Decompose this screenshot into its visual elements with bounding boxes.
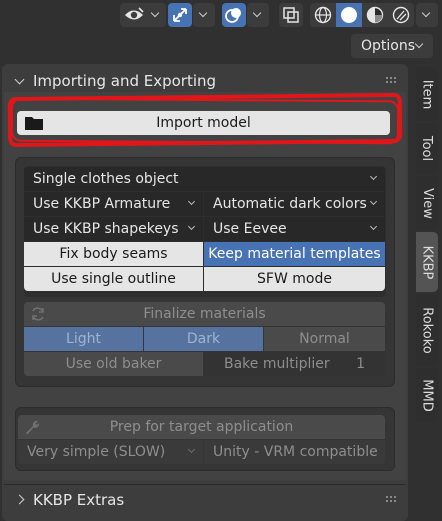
gizmo-dropdown[interactable] [193,3,215,27]
shading-dropdown[interactable] [416,3,438,27]
light-label: Light [66,331,101,347]
expand-chevron-icon [14,74,25,84]
sfw-mode-toggle[interactable]: SFW mode [204,267,385,291]
overlay-toggle[interactable] [222,3,246,27]
xray-toggle[interactable] [279,3,303,27]
kkbp-shapekeys-label: Use KKBP shapekeys [33,221,179,237]
import-model-label: Import model [156,115,251,131]
keep-material-templates-label: Keep material templates [208,246,381,262]
bake-multiplier-field[interactable]: Bake multiplier 1 [204,352,385,376]
material-preview-icon [366,6,384,24]
prep-target-button[interactable]: Prep for target application [18,415,385,439]
gizmo-toggle[interactable] [168,3,192,27]
single-outline-label: Use single outline [51,271,176,287]
drag-handle-icon[interactable] [386,496,398,504]
kkbp-shapekeys-dropdown[interactable]: Use KKBP shapekeys [24,217,203,241]
rendered-shading-button[interactable] [388,3,414,27]
prep-target-label: Prep for target application [109,419,294,435]
tab-rokoko-label: Rokoko [419,306,435,354]
gizmo-icon [173,8,187,22]
chevron-down-icon [198,8,208,18]
sfw-mode-label: SFW mode [257,271,332,287]
use-old-baker-label: Use old baker [65,356,162,372]
tab-item-label: Item [419,79,435,109]
tab-rokoko[interactable]: Rokoko [416,294,438,366]
solid-shading-icon [341,7,357,23]
drag-handle-icon[interactable] [386,77,398,85]
tab-kkbp[interactable]: KKBP [416,232,438,292]
dark-colors-label: Automatic dark colors [213,196,367,212]
chevron-down-icon [150,8,160,18]
single-outline-toggle[interactable]: Use single outline [24,267,203,291]
chevron-down-icon [369,222,378,231]
bake-multiplier-label: Bake multiplier [224,356,330,372]
fix-body-seams-toggle[interactable]: Fix body seams [24,242,203,266]
kkbp-extras-title: KKBP Extras [33,490,125,509]
tab-mmd[interactable]: MMD [416,368,438,422]
normal-label: Normal [299,331,350,347]
use-old-baker-toggle[interactable]: Use old baker [24,352,203,376]
wrench-icon [26,420,40,435]
kkbp-extras-header[interactable]: KKBP Extras [4,484,406,514]
overlay-icon [225,8,241,23]
shading-mode-group [310,3,414,27]
single-clothes-label: Single clothes object [33,171,179,187]
dark-colors-dropdown[interactable]: Automatic dark colors [204,192,385,216]
wireframe-shading-button[interactable] [310,3,336,27]
wireframe-shading-icon [314,6,332,24]
chevron-down-icon [421,8,431,18]
chevron-down-icon [252,8,262,18]
single-clothes-dropdown[interactable]: Single clothes object [24,167,385,191]
tab-tool[interactable]: Tool [416,123,438,174]
kkbp-armature-label: Use KKBP Armature [33,196,171,212]
folder-icon [25,117,43,130]
import-model-button[interactable]: Import model [17,111,390,135]
dark-toggle[interactable]: Dark [144,327,263,351]
simplify-dropdown[interactable]: Very simple (SLOW) [18,440,203,464]
refresh-icon [32,307,44,321]
simplify-label: Very simple (SLOW) [27,444,166,460]
finalize-materials-label: Finalize materials [143,306,266,322]
chevron-down-icon [187,197,196,206]
tab-tool-label: Tool [419,135,435,162]
options-label: Options [361,38,416,54]
xray-icon [283,7,299,23]
tab-view[interactable]: View [416,176,438,230]
target-app-dropdown[interactable]: Unity - VRM compatible [204,440,385,464]
tab-view-label: View [419,187,435,219]
visibility-dropdown[interactable] [120,3,166,27]
dark-label: Dark [186,331,221,347]
eevee-dropdown[interactable]: Use Eevee [204,217,385,241]
solid-shading-button[interactable] [336,3,362,27]
chevron-down-icon [187,445,196,454]
viewport-header [0,0,442,30]
material-preview-button[interactable] [362,3,388,27]
normal-toggle[interactable]: Normal [264,327,385,351]
tab-mmd-label: MMD [419,378,435,412]
chevron-down-icon [414,39,424,49]
collapse-chevron-icon [14,494,25,505]
tab-kkbp-label: KKBP [419,245,435,279]
keep-material-templates-toggle[interactable]: Keep material templates [204,242,385,266]
rendered-shading-icon [392,6,410,24]
chevron-down-icon [187,222,196,231]
light-toggle[interactable]: Light [24,327,143,351]
options-dropdown[interactable]: Options [351,34,433,58]
finalize-materials-button[interactable]: Finalize materials [24,302,385,326]
visibility-eye-icon [125,7,144,20]
kkbp-armature-dropdown[interactable]: Use KKBP Armature [24,192,203,216]
panel-title: Importing and Exporting [33,72,217,90]
bake-multiplier-value: 1 [356,356,365,372]
overlay-dropdown[interactable] [247,3,269,27]
fix-body-seams-label: Fix body seams [59,246,168,262]
tab-item[interactable]: Item [416,67,438,121]
eevee-label: Use Eevee [213,221,287,237]
chevron-down-icon [369,197,378,206]
target-app-label: Unity - VRM compatible [213,444,378,460]
chevron-down-icon [369,172,378,181]
